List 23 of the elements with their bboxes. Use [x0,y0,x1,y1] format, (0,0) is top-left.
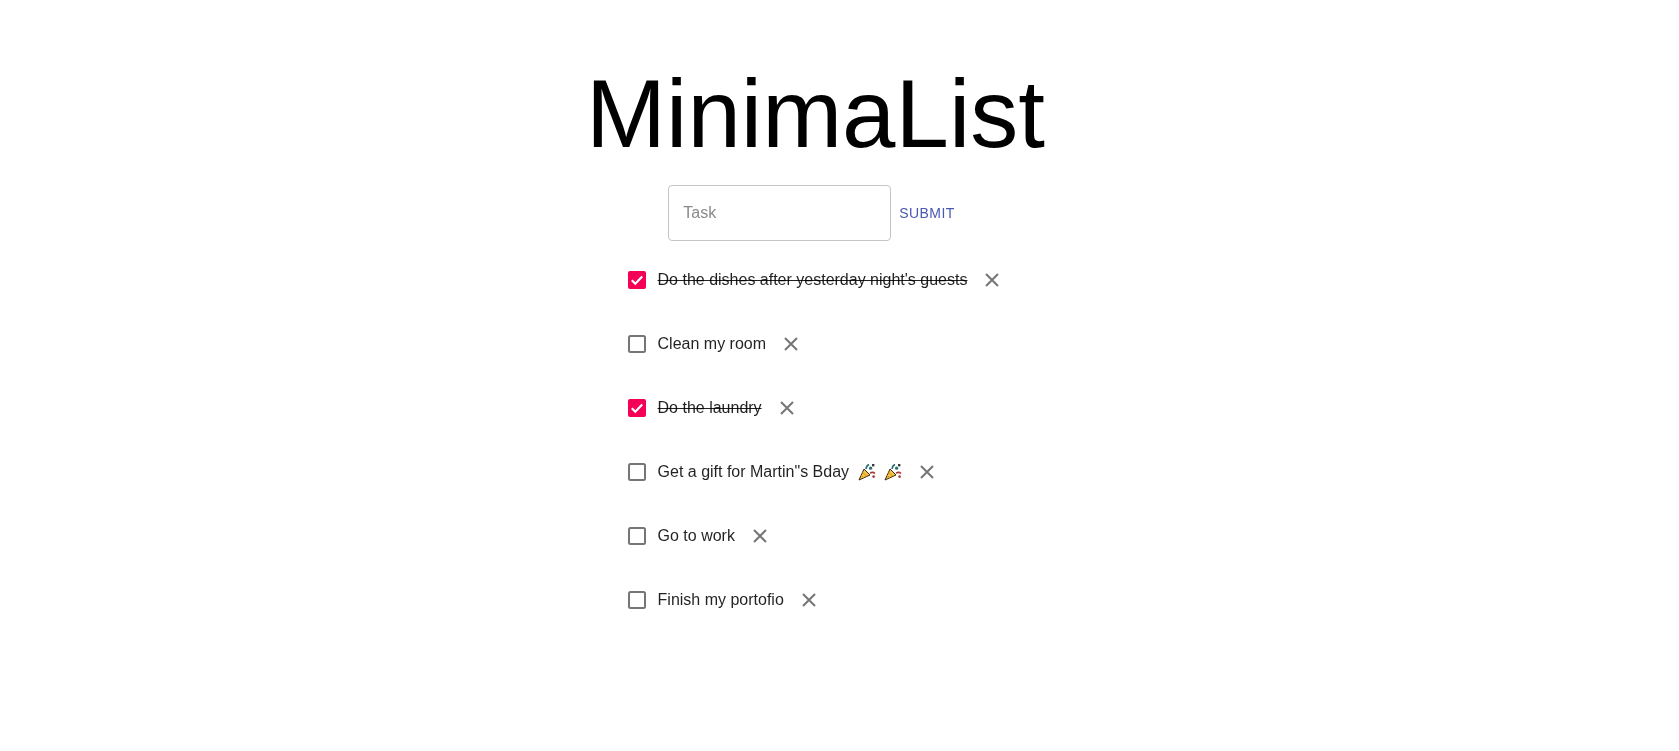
task-text: Finish my portofio [657,590,784,610]
task-text: Get a gift for Martin"s Bday [657,462,850,482]
submit-button[interactable]: SUBMIT [891,195,963,231]
party-popper-icon [884,463,903,481]
task-text: Go to work [657,526,735,546]
close-icon [801,593,816,607]
checkbox[interactable] [627,463,646,481]
app-title: MinimaList [586,66,1045,162]
close-icon [779,401,794,415]
party-popper-icon [858,463,877,481]
close-icon [920,465,935,479]
close-icon [985,273,1000,287]
checkbox[interactable] [627,591,646,609]
task-input[interactable]: Task [668,185,892,241]
checkbox[interactable] [627,335,646,353]
checkbox[interactable] [627,399,646,417]
checkbox[interactable] [627,271,646,289]
close-icon [752,529,767,543]
checkbox[interactable] [627,527,646,545]
task-text: Do the laundry [657,398,762,418]
task-text: Do the dishes after yesterday night's guests [657,270,968,290]
task-text: Clean my room [657,334,767,354]
close-icon [784,337,799,351]
